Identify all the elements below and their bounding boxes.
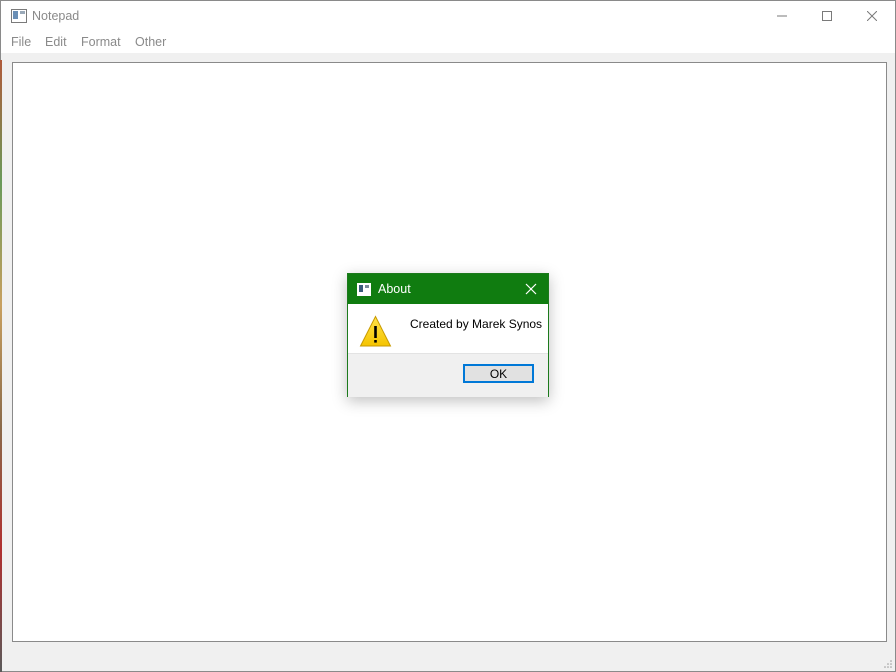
- window-title: Notepad: [32, 9, 80, 23]
- dialog-title: About: [378, 282, 411, 296]
- menu-bar: File Edit Format Other: [1, 31, 895, 53]
- menu-other[interactable]: Other: [135, 35, 166, 49]
- menu-edit[interactable]: Edit: [45, 35, 67, 49]
- minimize-button[interactable]: [759, 1, 805, 31]
- ok-button[interactable]: OK: [463, 364, 534, 383]
- close-icon: [525, 283, 537, 295]
- resize-grip-icon[interactable]: [883, 659, 893, 669]
- maximize-icon: [822, 11, 832, 21]
- warning-icon: [359, 315, 392, 347]
- dialog-footer: OK: [348, 353, 548, 397]
- maximize-button[interactable]: [804, 1, 850, 31]
- title-bar[interactable]: Notepad: [1, 1, 895, 31]
- dialog-title-bar[interactable]: About: [348, 274, 548, 304]
- about-dialog: About Created by Marek Synos OK: [347, 273, 549, 397]
- menu-format[interactable]: Format: [81, 35, 121, 49]
- notepad-app-icon: [11, 9, 27, 23]
- close-button[interactable]: [849, 1, 895, 31]
- dialog-body: Created by Marek Synos: [348, 304, 548, 353]
- dialog-close-button[interactable]: [522, 280, 540, 298]
- close-icon: [867, 11, 877, 21]
- minimize-icon: [777, 15, 787, 17]
- dialog-app-icon: [357, 283, 371, 296]
- background-edge: [0, 60, 2, 672]
- dialog-message: Created by Marek Synos: [410, 317, 543, 331]
- menu-file[interactable]: File: [11, 35, 31, 49]
